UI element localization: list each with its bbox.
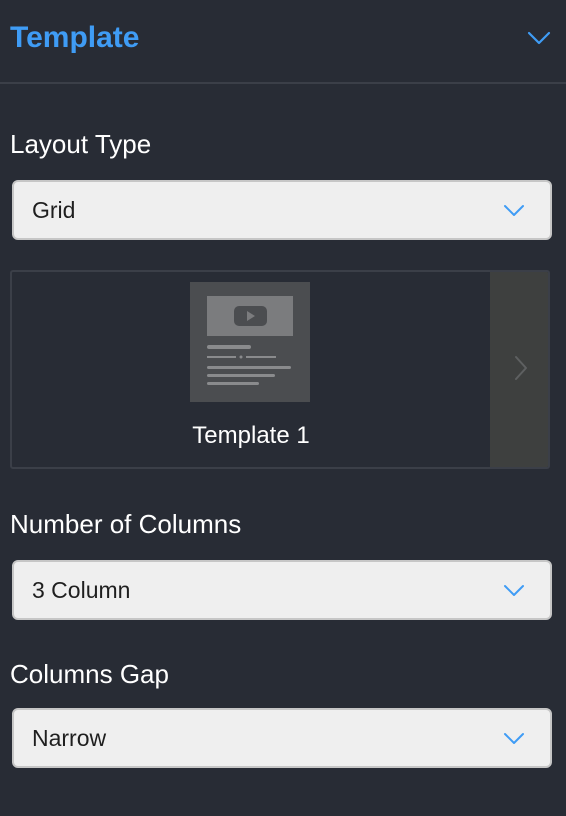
chevron-down-icon: [502, 583, 526, 597]
chevron-down-icon: [502, 731, 526, 745]
panel-header-toggle[interactable]: Template: [0, 0, 566, 84]
number-of-columns-select[interactable]: 3 Column: [12, 560, 552, 620]
number-of-columns-label: Number of Columns: [10, 509, 242, 539]
template-settings-panel: Template Layout Type Grid Template 1 Num…: [0, 0, 566, 816]
columns-gap-label: Columns Gap: [10, 659, 169, 689]
layout-type-value: Grid: [32, 196, 76, 223]
template-carousel: Template 1: [10, 270, 550, 469]
template-card[interactable]: Template 1: [12, 272, 490, 467]
columns-gap-value: Narrow: [32, 724, 107, 751]
number-of-columns-value: 3 Column: [32, 576, 131, 603]
chevron-down-icon: [502, 203, 526, 217]
layout-type-label: Layout Type: [10, 129, 152, 159]
video-play-icon: [234, 306, 267, 326]
carousel-next-button[interactable]: [490, 272, 548, 467]
chevron-right-icon: [514, 355, 528, 386]
panel-title: Template: [10, 21, 140, 54]
template-card-label: Template 1: [192, 422, 310, 449]
chevron-down-icon[interactable]: [526, 30, 552, 46]
layout-type-select[interactable]: Grid: [12, 180, 552, 240]
template-thumbnail: [190, 282, 310, 402]
columns-gap-select[interactable]: Narrow: [12, 708, 552, 768]
